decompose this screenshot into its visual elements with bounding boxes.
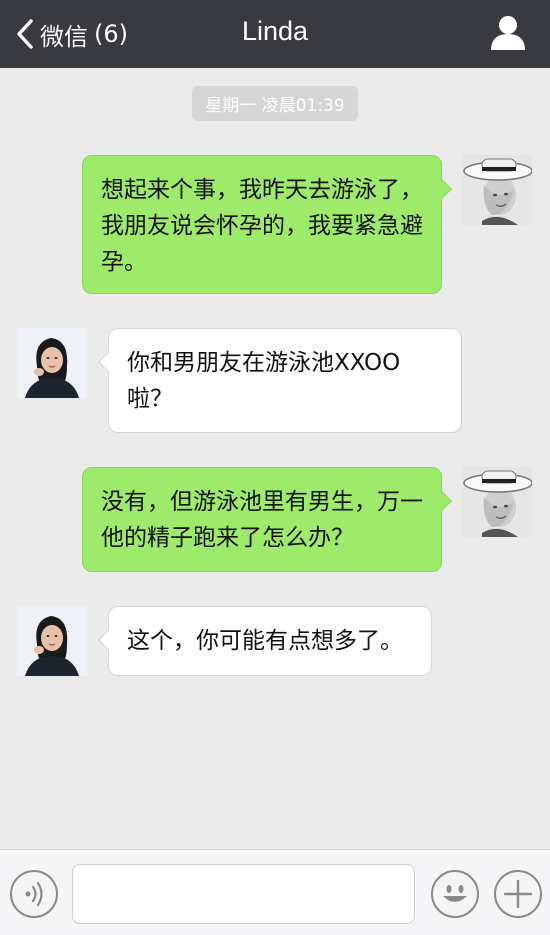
more-button[interactable]: [494, 870, 542, 918]
woman-in-hat-avatar-image: [462, 155, 532, 225]
emoji-button[interactable]: [431, 870, 479, 918]
timestamp-row: 星期一 凌晨01:39: [0, 86, 550, 121]
message-timestamp: 星期一 凌晨01:39: [192, 86, 358, 121]
my-avatar[interactable]: [462, 467, 532, 537]
smiley-icon: [443, 885, 467, 902]
linda-avatar[interactable]: [17, 328, 87, 398]
message-text: 想起来个事，我昨天去游泳了，我朋友说会怀孕的，我要紧急避孕。: [101, 177, 423, 275]
message-text: 没有，但游泳池里有男生，万一他的精子跑来了怎么办？: [101, 489, 423, 551]
linda-avatar[interactable]: [17, 606, 87, 676]
chat-title: Linda: [241, 16, 309, 46]
voice-icon: [25, 881, 43, 907]
woman-portrait-avatar-image: [17, 606, 87, 676]
woman-in-hat-avatar-image: [462, 467, 532, 537]
my-message-bubble[interactable]: 想起来个事，我昨天去游泳了，我朋友说会怀孕的，我要紧急避孕。: [82, 155, 452, 294]
my-message-bubble[interactable]: 没有，但游泳池里有男生，万一他的精子跑来了怎么办？: [82, 467, 452, 572]
navbar: 微信 (6) Linda: [0, 0, 550, 68]
message-text: 你和男朋友在游泳池XXOO啦？: [127, 350, 401, 412]
plus-icon: [503, 879, 533, 909]
their-message-bubble[interactable]: 你和男朋友在游泳池XXOO啦？: [98, 328, 462, 433]
their-message-bubble[interactable]: 这个，你可能有点想多了。: [98, 606, 432, 676]
message-text: 这个，你可能有点想多了。: [127, 628, 403, 654]
my-avatar[interactable]: [462, 155, 532, 225]
profile-button[interactable]: [488, 12, 528, 52]
woman-portrait-avatar-image: [17, 328, 87, 398]
person-icon: [491, 16, 525, 50]
input-bar: [0, 849, 550, 935]
message-input[interactable]: [72, 864, 415, 924]
voice-button[interactable]: [10, 870, 58, 918]
